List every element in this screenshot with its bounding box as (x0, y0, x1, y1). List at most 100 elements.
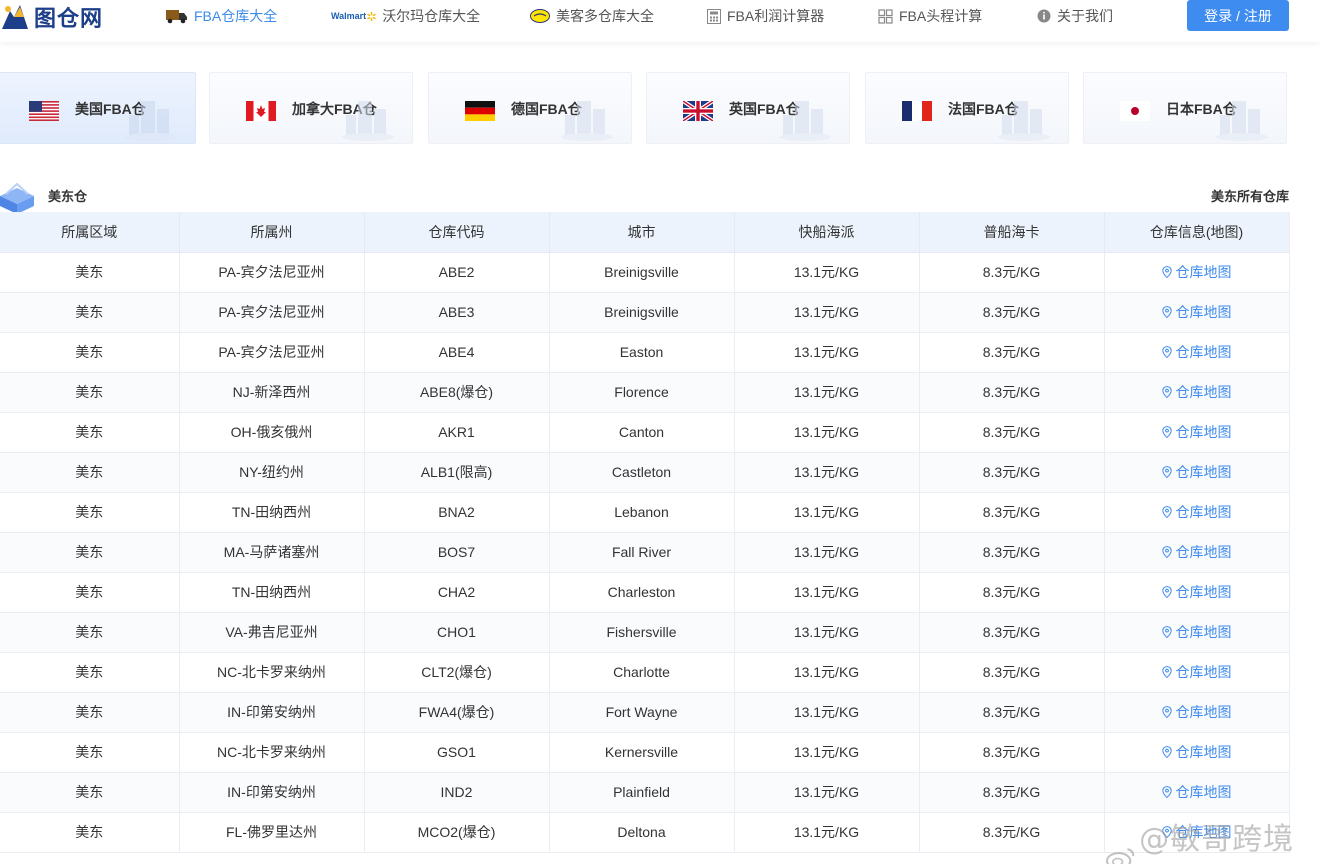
warehouse-map-link[interactable]: 仓库地图 (1161, 302, 1232, 322)
map-link-label: 仓库地图 (1175, 704, 1232, 720)
table-cell: 仓库地图 (1104, 572, 1290, 613)
table-cell: 美东 (0, 372, 180, 413)
section-title: 美东仓 (48, 189, 88, 204)
table-header-row: 所属区域 所属州 仓库代码 城市 快船海派 普船海卡 仓库信息(地图) (0, 212, 1290, 253)
table-cell: 13.1元/KG (734, 332, 920, 373)
warehouse-map-link[interactable]: 仓库地图 (1161, 262, 1232, 282)
table-cell: ALB1(限高) (364, 452, 550, 493)
nav-label: 美客多仓库大全 (556, 8, 654, 24)
warehouse-map-link[interactable]: 仓库地图 (1161, 582, 1232, 602)
map-link-label: 仓库地图 (1175, 624, 1232, 640)
table-row: 美东 IN-印第安纳州 FWA4(爆仓) Fort Wayne 13.1元/KG 8.3元… (0, 692, 1290, 733)
all-east-warehouses-link[interactable]: 美东所有仓库 (1211, 186, 1289, 205)
table-cell: 美东 (0, 412, 180, 453)
nav-label: FBA头程计算 (899, 8, 983, 24)
tab-de-fba[interactable]: 德国FBA仓 (428, 72, 632, 144)
warehouse-map-link[interactable]: 仓库地图 (1161, 542, 1232, 562)
table-cell: 美东 (0, 532, 180, 573)
location-pin-icon (1161, 586, 1172, 598)
location-pin-icon (1161, 346, 1172, 358)
warehouse-map-link[interactable]: 仓库地图 (1161, 462, 1232, 482)
table-cell: 美东 (0, 612, 180, 653)
location-pin-icon (1161, 666, 1172, 678)
login-register-button[interactable]: 登录 / 注册 (1187, 0, 1289, 31)
location-pin-icon (1161, 506, 1172, 518)
warehouse-map-link[interactable]: 仓库地图 (1161, 702, 1232, 722)
table-cell: 8.3元/KG (919, 492, 1105, 533)
building-decoration-icon (125, 101, 177, 141)
map-link-label: 仓库地图 (1175, 464, 1232, 480)
nav-fba-first-leg-calculator[interactable]: FBA头程计算 (878, 6, 982, 26)
nav-walmart-warehouses[interactable]: Walmart 沃尔玛仓库大全 (331, 6, 480, 26)
mercadolibre-logo-icon (530, 9, 550, 23)
nav-about-us[interactable]: 关于我们 (1037, 6, 1113, 26)
table-cell: Castleton (549, 452, 735, 493)
table-cell: 8.3元/KG (919, 612, 1105, 653)
uk-flag-icon (683, 101, 713, 121)
table-cell: 8.3元/KG (919, 692, 1105, 733)
table-cell: Fishersville (549, 612, 735, 653)
table-row: 美东 MA-马萨诸塞州 BOS7 Fall River 13.1元/KG 8.3元/KG 仓… (0, 532, 1290, 573)
warehouse-map-link[interactable]: 仓库地图 (1161, 382, 1232, 402)
table-cell: NC-北卡罗来纳州 (179, 732, 365, 773)
table-cell: 美东 (0, 652, 180, 693)
warehouse-map-link[interactable]: 仓库地图 (1161, 502, 1232, 522)
walmart-logo-icon: Walmart (331, 11, 377, 21)
map-link-label: 仓库地图 (1175, 304, 1232, 320)
table-cell: 13.1元/KG (734, 612, 920, 653)
tab-uk-fba[interactable]: 英国FBA仓 (646, 72, 850, 144)
tab-fr-fba[interactable]: 法国FBA仓 (865, 72, 1069, 144)
table-cell: 13.1元/KG (734, 572, 920, 613)
tab-ca-fba[interactable]: 加拿大FBA仓 (209, 72, 413, 144)
map-link-label: 仓库地图 (1175, 384, 1232, 400)
table-cell: ABE4 (364, 332, 550, 373)
table-cell: 仓库地图 (1104, 292, 1290, 333)
table-cell: Fall River (549, 532, 735, 573)
table-cell: 13.1元/KG (734, 412, 920, 453)
table-cell: 美东 (0, 452, 180, 493)
table-cell: 美东 (0, 732, 180, 773)
warehouse-map-link[interactable]: 仓库地图 (1161, 342, 1232, 362)
location-pin-icon (1161, 266, 1172, 278)
table-row: 美东 TN-田纳西州 CHA2 Charleston 13.1元/KG 8.3元/KG 仓库… (0, 572, 1290, 613)
table-cell: IN-印第安纳州 (179, 692, 365, 733)
table-cell: 美东 (0, 692, 180, 733)
nav-fba-profit-calculator[interactable]: FBA利润计算器 (707, 6, 824, 26)
warehouse-map-link[interactable]: 仓库地图 (1161, 742, 1232, 762)
us-flag-icon (29, 101, 59, 121)
tab-us-fba[interactable]: 美国FBA仓 (0, 72, 196, 144)
fr-flag-icon (902, 101, 932, 121)
nav-fba-warehouses[interactable]: FBA仓库大全 (166, 6, 277, 26)
table-cell: Charleston (549, 572, 735, 613)
site-logo[interactable]: 图仓网 (0, 2, 103, 32)
warehouse-map-link[interactable]: 仓库地图 (1161, 622, 1232, 642)
column-header: 快船海派 (734, 212, 920, 253)
map-link-label: 仓库地图 (1175, 664, 1232, 680)
table-cell: OH-俄亥俄州 (179, 412, 365, 453)
info-icon (1037, 9, 1051, 23)
building-decoration-icon (561, 101, 613, 141)
tab-jp-fba[interactable]: 日本FBA仓 (1083, 72, 1287, 144)
table-cell: NC-北卡罗来纳州 (179, 652, 365, 693)
warehouse-map-link[interactable]: 仓库地图 (1161, 662, 1232, 682)
warehouse-map-link[interactable]: 仓库地图 (1161, 422, 1232, 442)
table-row: 美东 VA-弗吉尼亚州 CHO1 Fishersville 13.1元/KG 8.3元/K… (0, 612, 1290, 653)
jp-flag-icon (1120, 101, 1150, 121)
table-row: 美东 NJ-新泽西州 ABE8(爆仓) Florence 13.1元/KG 8.3元/KG… (0, 372, 1290, 413)
building-decoration-icon (998, 101, 1050, 141)
table-cell: 13.1元/KG (734, 692, 920, 733)
table-cell: 13.1元/KG (734, 252, 920, 293)
table-cell: 13.1元/KG (734, 292, 920, 333)
table-cell: AKR1 (364, 412, 550, 453)
table-cell: 8.3元/KG (919, 292, 1105, 333)
table-cell: 8.3元/KG (919, 812, 1105, 853)
nav-label: 沃尔玛仓库大全 (382, 8, 481, 24)
nav-mercadolibre-warehouses[interactable]: 美客多仓库大全 (530, 6, 654, 26)
table-cell: 仓库地图 (1104, 492, 1290, 533)
warehouse-map-link[interactable]: 仓库地图 (1161, 782, 1232, 802)
table-cell: 8.3元/KG (919, 332, 1105, 373)
table-cell: CLT2(爆仓) (364, 652, 550, 693)
table-cell: FWA4(爆仓) (364, 692, 550, 733)
location-pin-icon (1161, 786, 1172, 798)
map-link-label: 仓库地图 (1175, 504, 1232, 520)
